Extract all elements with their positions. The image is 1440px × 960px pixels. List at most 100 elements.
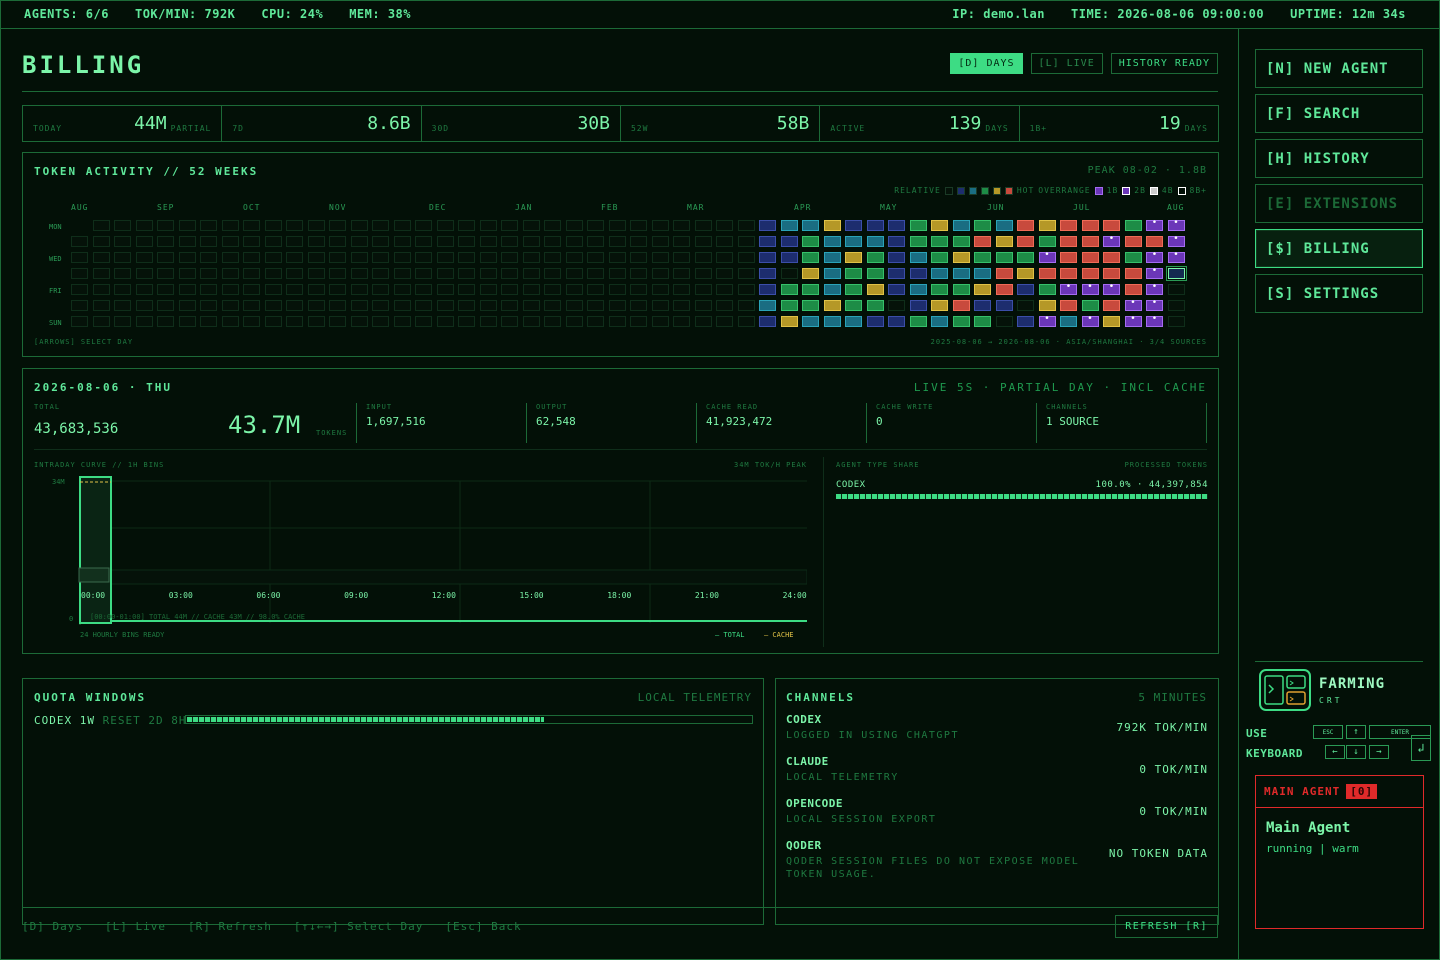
heatmap-cell[interactable] (200, 252, 217, 263)
heatmap-cell[interactable] (221, 300, 239, 311)
heatmap-cell[interactable] (1017, 316, 1034, 327)
heatmap-cell[interactable] (608, 284, 626, 295)
heatmap-cell[interactable] (952, 220, 970, 231)
heatmap-cell[interactable] (393, 252, 411, 263)
heatmap-cell[interactable] (544, 284, 561, 295)
heatmap-cell[interactable] (71, 236, 88, 247)
heatmap-cell[interactable] (931, 284, 948, 295)
hint-days[interactable]: [D] Days (22, 920, 83, 933)
hint-back[interactable]: [Esc] Back (445, 920, 521, 933)
heatmap-cell[interactable] (458, 316, 475, 327)
heatmap-cell[interactable] (694, 236, 712, 247)
heatmap-cell[interactable] (845, 220, 862, 231)
heatmap-cell[interactable] (1146, 266, 1163, 279)
sidebar-item-search[interactable]: [F] SEARCH (1255, 94, 1423, 133)
heatmap-cell[interactable] (780, 316, 798, 327)
heatmap-cell[interactable] (135, 252, 153, 263)
heatmap-cell[interactable] (544, 268, 561, 279)
heatmap-cell[interactable] (909, 252, 927, 263)
heatmap-cell[interactable] (372, 300, 389, 311)
heatmap-cell[interactable] (286, 268, 303, 279)
heatmap-cell[interactable] (737, 252, 755, 263)
heatmap-cell[interactable] (759, 268, 776, 279)
heatmap-cell[interactable] (479, 236, 497, 247)
heatmap-cell[interactable] (780, 268, 798, 279)
heatmap-cell[interactable] (135, 236, 153, 247)
heatmap-cell[interactable] (1124, 284, 1142, 295)
heatmap-cell[interactable] (845, 316, 862, 327)
heatmap-cell[interactable] (178, 252, 196, 263)
heatmap-cell[interactable] (823, 252, 841, 263)
heatmap-cell[interactable] (200, 316, 217, 327)
refresh-button[interactable]: REFRESH [R] (1115, 915, 1218, 938)
heatmap-cell[interactable] (1060, 316, 1077, 327)
heatmap-cell[interactable] (350, 236, 368, 247)
heatmap-cell[interactable] (178, 236, 196, 247)
heatmap-cell[interactable] (802, 236, 819, 247)
heatmap-cell[interactable] (630, 220, 647, 231)
heatmap-cell[interactable] (243, 252, 260, 263)
heatmap-cell[interactable] (651, 252, 669, 263)
heatmap-cell[interactable] (802, 252, 819, 263)
heatmap-cell[interactable] (200, 268, 217, 279)
heatmap-cell[interactable] (1081, 314, 1099, 327)
heatmap-cell[interactable] (243, 284, 260, 295)
heatmap-cell[interactable] (458, 300, 475, 311)
heatmap-cell[interactable] (737, 220, 755, 231)
heatmap-cell[interactable] (931, 316, 948, 327)
heatmap-cell[interactable] (1124, 236, 1142, 247)
heatmap-cell[interactable] (608, 252, 626, 263)
heatmap-cell[interactable] (393, 268, 411, 279)
sidebar-item-history[interactable]: [H] HISTORY (1255, 139, 1423, 178)
heatmap-cell[interactable] (974, 300, 991, 311)
heatmap-cell[interactable] (1124, 252, 1142, 263)
heatmap-cell[interactable] (866, 236, 884, 247)
heatmap-cell[interactable] (673, 220, 690, 231)
heatmap-cell[interactable] (716, 268, 733, 279)
heatmap-cell[interactable] (286, 300, 303, 311)
heatmap-cell[interactable] (157, 252, 174, 263)
heatmap-cell[interactable] (845, 236, 862, 247)
heatmap-cell[interactable] (694, 316, 712, 327)
heatmap-cell[interactable] (501, 236, 518, 247)
heatmap-cell[interactable] (1038, 300, 1056, 311)
heatmap-cell[interactable] (1081, 220, 1099, 231)
heatmap-cell[interactable] (436, 236, 454, 247)
heatmap-cell[interactable] (866, 252, 884, 263)
heatmap-cell[interactable] (608, 300, 626, 311)
heatmap-cell[interactable] (522, 316, 540, 327)
heatmap-cell[interactable] (845, 252, 862, 263)
selected-hour-marker[interactable] (78, 567, 110, 583)
heatmap-cell[interactable] (888, 236, 905, 247)
days-mode-button[interactable]: [D] DAYS (950, 53, 1023, 74)
heatmap-cell[interactable] (952, 284, 970, 295)
heatmap-cell[interactable] (565, 316, 583, 327)
heatmap-cell[interactable] (780, 220, 798, 231)
heatmap-cell[interactable] (909, 236, 927, 247)
heatmap-cell[interactable] (372, 284, 389, 295)
heatmap-cell[interactable] (823, 220, 841, 231)
heatmap-cell[interactable] (243, 236, 260, 247)
heatmap-cell[interactable] (200, 300, 217, 311)
hint-refresh[interactable]: [R] Refresh (188, 920, 272, 933)
heatmap-cell[interactable] (995, 300, 1013, 311)
heatmap-cell[interactable] (544, 316, 561, 327)
heatmap-cell[interactable] (1146, 282, 1163, 295)
heatmap-cell[interactable] (1103, 220, 1120, 231)
heatmap-cell[interactable] (952, 316, 970, 327)
heatmap-cell[interactable] (802, 284, 819, 295)
heatmap-cell[interactable] (694, 268, 712, 279)
heatmap-cell[interactable] (888, 268, 905, 279)
heatmap-cell[interactable] (995, 268, 1013, 279)
heatmap-cell[interactable] (286, 220, 303, 231)
heatmap-cell[interactable] (565, 220, 583, 231)
heatmap-cell[interactable] (694, 300, 712, 311)
heatmap-cell[interactable] (264, 284, 282, 295)
heatmap-cell[interactable] (307, 268, 325, 279)
heatmap-cell[interactable] (673, 316, 690, 327)
heatmap-cell[interactable] (888, 284, 905, 295)
heatmap-cell[interactable] (329, 300, 346, 311)
heatmap-cell[interactable] (479, 268, 497, 279)
heatmap-cell[interactable] (350, 316, 368, 327)
sidebar-item-settings[interactable]: [S] SETTINGS (1255, 274, 1423, 313)
